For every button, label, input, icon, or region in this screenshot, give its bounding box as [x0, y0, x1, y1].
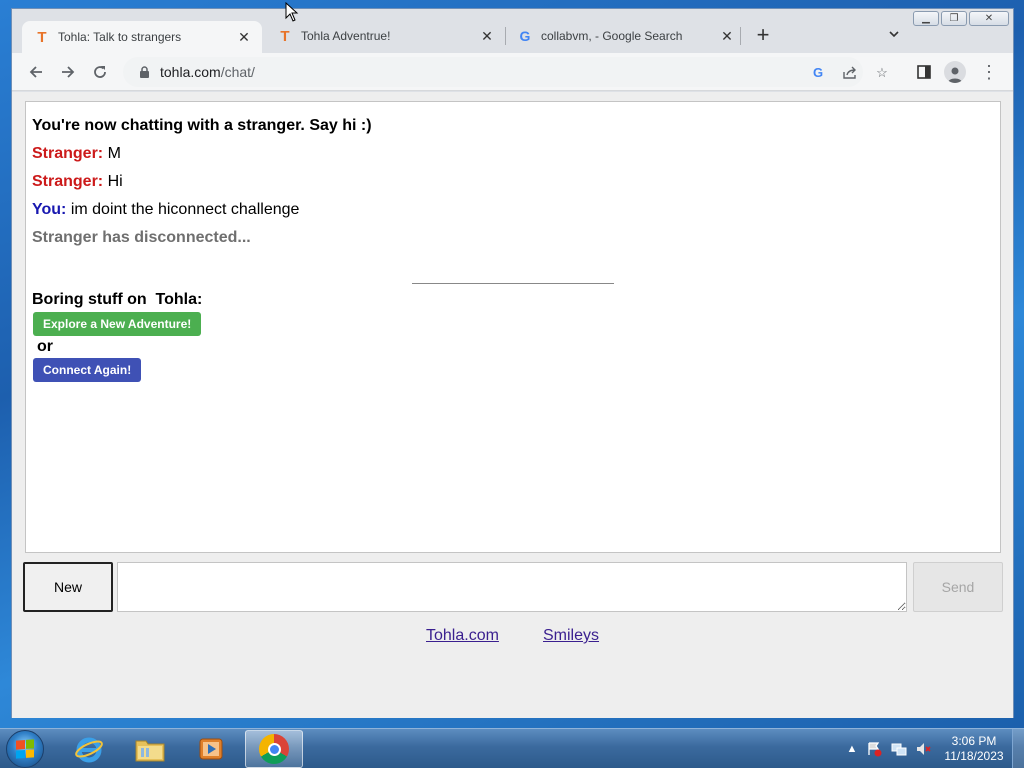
close-tab-icon[interactable]: ✕	[719, 28, 735, 44]
or-label: or	[37, 338, 53, 355]
reload-icon[interactable]	[87, 59, 113, 85]
chat-message: Stranger: Hi	[32, 173, 123, 191]
windows-logo-icon	[16, 739, 34, 759]
disconnected-notice: Stranger has disconnected...	[32, 229, 251, 246]
media-player-icon[interactable]	[182, 730, 240, 768]
url-text: tohla.com/chat/	[160, 64, 255, 80]
chat-message: You: im doint the hiconnect challenge	[32, 201, 299, 219]
tab-tohla-chat[interactable]: T Tohla: Talk to strangers ✕	[22, 21, 262, 53]
close-tab-icon[interactable]: ✕	[479, 28, 495, 44]
message-text: Hi	[107, 173, 123, 190]
clock-time: 3:06 PM	[951, 734, 997, 748]
share-icon[interactable]	[841, 64, 859, 82]
tab-tohla-adventure[interactable]: T Tohla Adventrue! ✕	[265, 21, 505, 51]
side-panel-icon[interactable]	[914, 62, 934, 82]
message-sender: Stranger:	[32, 173, 104, 190]
url-path: /chat/	[220, 64, 255, 80]
boring-stuff-heading: Boring stuff on Tohla:	[32, 291, 203, 308]
google-favicon-icon: G	[519, 28, 531, 44]
tab-search-chevron-icon[interactable]	[886, 28, 902, 44]
browser-toolbar: tohla.com/chat/ G ☆ ⋮	[12, 53, 1013, 91]
action-center-flag-icon[interactable]	[866, 741, 882, 757]
tab-title: Tohla: Talk to strangers	[58, 30, 182, 44]
back-arrow-icon[interactable]	[23, 59, 49, 85]
tohla-home-link[interactable]: Tohla.com	[426, 627, 499, 645]
chat-intro: You're now chatting with a stranger. Say…	[32, 117, 372, 134]
new-chat-button[interactable]: New	[23, 562, 113, 612]
chrome-icon[interactable]	[245, 730, 303, 768]
send-button[interactable]: Send	[913, 562, 1003, 612]
address-bar[interactable]: tohla.com/chat/ G ☆	[123, 57, 888, 87]
tab-separator	[740, 27, 741, 45]
message-sender: Stranger:	[32, 145, 104, 162]
smileys-link[interactable]: Smileys	[543, 627, 599, 645]
tab-title: collabvm, - Google Search	[541, 29, 683, 43]
message-sender: You:	[32, 201, 67, 218]
explore-adventure-button[interactable]: Explore a New Adventure!	[33, 312, 202, 336]
internet-explorer-icon[interactable]	[60, 730, 118, 768]
message-text: im doint the hiconnect challenge	[70, 201, 300, 218]
browser-window: ▁ ❐ ✕ T Tohla: Talk to strangers ✕ T Toh…	[11, 8, 1014, 718]
system-clock[interactable]: 3:06 PM 11/18/2023	[942, 734, 1006, 764]
mouse-cursor-icon	[285, 2, 299, 22]
url-host: tohla.com	[160, 64, 221, 80]
network-icon[interactable]	[891, 741, 907, 757]
show-hidden-icons-icon[interactable]: ▲	[844, 741, 860, 757]
chat-message: Stranger: M	[32, 145, 121, 163]
volume-muted-icon[interactable]	[915, 741, 931, 757]
message-text: M	[107, 145, 121, 162]
file-explorer-icon[interactable]	[121, 730, 179, 768]
show-desktop-button[interactable]	[1012, 729, 1024, 768]
connect-again-button[interactable]: Connect Again!	[33, 358, 142, 382]
new-tab-button[interactable]: +	[752, 24, 774, 47]
chat-log: You're now chatting with a stranger. Say…	[25, 101, 1001, 553]
tohla-favicon-icon: T	[280, 27, 290, 45]
taskbar: ▲ 3:06 PM 11/18/2023	[0, 728, 1024, 768]
tohla-favicon-icon: T	[37, 28, 47, 46]
tab-title: Tohla Adventrue!	[301, 29, 391, 43]
start-button[interactable]	[6, 730, 44, 768]
close-tab-icon[interactable]: ✕	[236, 29, 252, 45]
forward-arrow-icon[interactable]	[55, 59, 81, 85]
message-input[interactable]	[117, 562, 907, 612]
lock-icon[interactable]	[137, 65, 151, 79]
bookmark-star-icon[interactable]: ☆	[873, 64, 891, 82]
kebab-menu-icon[interactable]: ⋮	[979, 62, 999, 82]
profile-avatar-icon[interactable]	[944, 61, 966, 83]
divider-line	[412, 283, 614, 284]
tab-google-search[interactable]: G collabvm, - Google Search ✕	[505, 21, 745, 51]
clock-date: 11/18/2023	[944, 749, 1004, 763]
chat-page: You're now chatting with a stranger. Say…	[12, 92, 1013, 718]
google-lens-icon[interactable]: G	[809, 64, 827, 82]
